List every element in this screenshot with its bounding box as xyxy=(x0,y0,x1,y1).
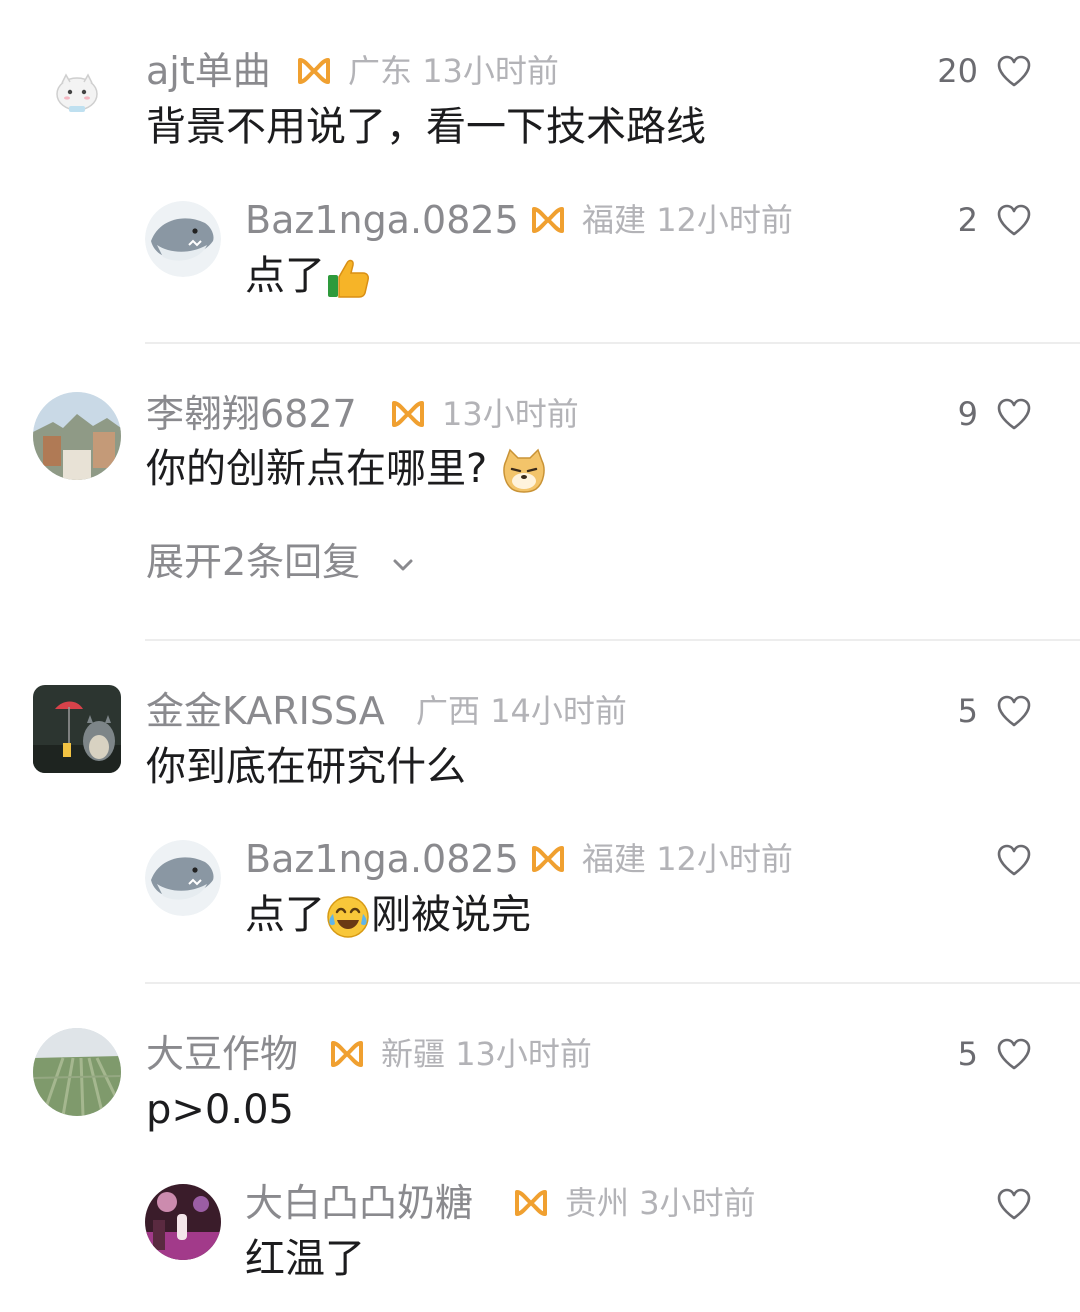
avatar[interactable] xyxy=(33,392,121,480)
doge-icon xyxy=(503,448,545,493)
heart-icon[interactable] xyxy=(996,54,1032,88)
region-label: 贵州 xyxy=(565,1184,630,1222)
comment-text: 背景不用说了，看一下技术路线 xyxy=(146,104,706,150)
heart-icon[interactable] xyxy=(996,203,1032,237)
avatar[interactable] xyxy=(145,201,221,277)
badge-icon xyxy=(328,1038,366,1070)
comment-text: 点了 刚被说完 xyxy=(245,889,531,941)
like-count: 5 xyxy=(957,1035,978,1073)
comment-meta: 福建 12小时前 xyxy=(582,198,793,242)
comment-text: p>0.05 xyxy=(146,1087,294,1133)
region-label: 福建 xyxy=(582,201,647,239)
comment-text: 你的创新点在哪里? xyxy=(146,443,548,495)
region-label: 广西 xyxy=(416,692,481,730)
expand-replies-label: 展开2条回复 xyxy=(146,540,361,584)
divider xyxy=(145,639,1080,641)
username[interactable]: 大豆作物 xyxy=(146,1032,298,1076)
region-label: 福建 xyxy=(582,840,647,878)
timestamp: 3小时前 xyxy=(639,1184,756,1222)
divider xyxy=(145,342,1080,344)
like-count: 9 xyxy=(957,395,978,433)
timestamp: 14小时前 xyxy=(490,692,627,730)
comment-meta: 13小时前 xyxy=(442,392,579,436)
comment-meta: 新疆 13小时前 xyxy=(381,1032,592,1076)
expand-replies-button[interactable]: 展开2条回复 xyxy=(146,540,414,584)
timestamp: 13小时前 xyxy=(455,1035,592,1073)
comment-text: 点了 xyxy=(245,250,371,302)
region-label: 广东 xyxy=(348,52,413,90)
badge-icon xyxy=(529,204,567,236)
avatar[interactable] xyxy=(33,685,121,773)
comment-text: 你到底在研究什么 xyxy=(146,744,466,790)
badge-icon xyxy=(512,1187,550,1219)
heart-icon[interactable] xyxy=(996,843,1032,877)
thumbs-up-icon xyxy=(328,259,369,298)
avatar[interactable] xyxy=(33,48,121,136)
username[interactable]: 金金KARISSA xyxy=(146,689,385,733)
comment-meta: 贵州 3小时前 xyxy=(565,1181,756,1225)
badge-icon xyxy=(389,398,427,430)
region-label: 新疆 xyxy=(381,1035,446,1073)
comment-meta: 福建 12小时前 xyxy=(582,837,793,881)
divider xyxy=(145,982,1080,984)
timestamp: 13小时前 xyxy=(442,395,579,433)
reply-text-after: 刚被说完 xyxy=(371,892,531,938)
comment-meta: 广东 13小时前 xyxy=(348,49,559,93)
avatar[interactable] xyxy=(145,840,221,916)
like-count: 20 xyxy=(937,52,978,90)
username[interactable]: 李翱翔6827 xyxy=(146,392,357,436)
heart-icon[interactable] xyxy=(996,1037,1032,1071)
username[interactable]: 大白凸凸奶糖 xyxy=(245,1181,473,1225)
like-count: 5 xyxy=(957,692,978,730)
reply-text-before: 点了 xyxy=(245,892,325,938)
username[interactable]: ajt单曲 xyxy=(146,49,271,93)
badge-icon xyxy=(529,843,567,875)
avatar[interactable] xyxy=(145,1184,221,1260)
reply-text: 点了 xyxy=(245,253,325,299)
crying-laughing-icon xyxy=(327,896,369,938)
timestamp: 12小时前 xyxy=(656,201,793,239)
badge-icon xyxy=(295,55,333,87)
comment-body: 你的创新点在哪里? xyxy=(146,446,488,492)
comment-meta: 广西 14小时前 xyxy=(416,689,627,733)
heart-icon[interactable] xyxy=(996,694,1032,728)
like-count: 2 xyxy=(957,201,978,239)
username[interactable]: Baz1nga.0825 xyxy=(245,837,519,881)
timestamp: 13小时前 xyxy=(422,52,559,90)
username[interactable]: Baz1nga.0825 xyxy=(245,198,519,242)
comment-text: 红温了 xyxy=(245,1236,365,1282)
heart-icon[interactable] xyxy=(996,397,1032,431)
timestamp: 12小时前 xyxy=(656,840,793,878)
avatar[interactable] xyxy=(33,1028,121,1116)
heart-icon[interactable] xyxy=(996,1187,1032,1221)
chevron-down-icon xyxy=(393,559,413,570)
